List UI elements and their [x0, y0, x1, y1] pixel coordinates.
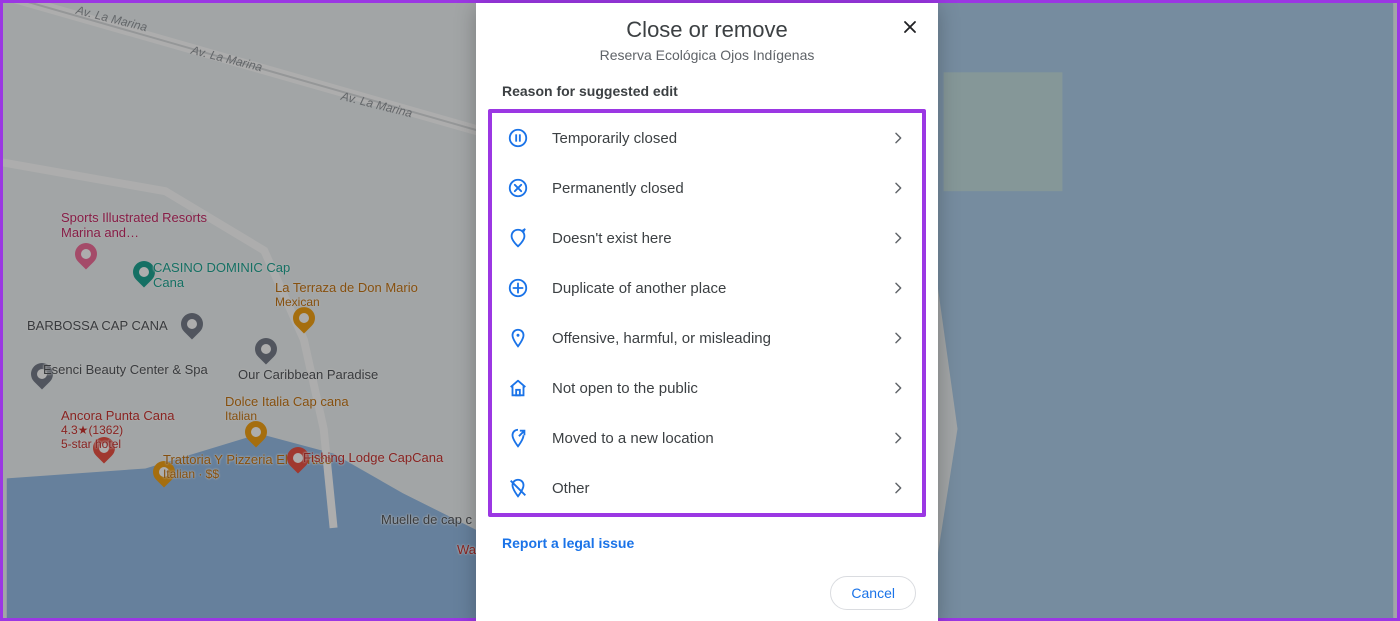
option-x-circle[interactable]: Permanently closed — [492, 163, 922, 213]
unpin-icon — [506, 226, 530, 250]
x-circle-icon — [506, 176, 530, 200]
option-house[interactable]: Not open to the public — [492, 363, 922, 413]
chevron-right-icon — [888, 328, 908, 348]
chevron-right-icon — [888, 278, 908, 298]
close-or-remove-modal: Close or remove Reserva Ecológica Ojos I… — [476, 3, 938, 621]
option-label: Temporarily closed — [552, 130, 888, 147]
option-label: Not open to the public — [552, 380, 888, 397]
chevron-right-icon — [888, 378, 908, 398]
option-label: Doesn't exist here — [552, 230, 888, 247]
option-unpin[interactable]: Doesn't exist here — [492, 213, 922, 263]
option-alert-pin[interactable]: Offensive, harmful, or misleading — [492, 313, 922, 363]
modal-subtitle: Reserva Ecológica Ojos Indígenas — [524, 47, 890, 63]
modal-footer: Cancel — [476, 562, 938, 621]
option-label: Duplicate of another place — [552, 280, 888, 297]
option-label: Permanently closed — [552, 180, 888, 197]
chevron-right-icon — [888, 178, 908, 198]
report-legal-issue-link[interactable]: Report a legal issue — [476, 517, 938, 551]
pause-circle-icon — [506, 126, 530, 150]
stage: Av. La MarinaAv. La MarinaAv. La Marina … — [0, 0, 1400, 621]
close-button[interactable] — [896, 13, 924, 41]
chevron-right-icon — [888, 428, 908, 448]
option-pause-circle[interactable]: Temporarily closed — [492, 113, 922, 163]
redirect-icon — [506, 426, 530, 450]
unknown-pin-icon — [506, 476, 530, 500]
option-unknown-pin[interactable]: Other — [492, 463, 922, 513]
alert-pin-icon — [506, 326, 530, 350]
modal-header: Close or remove Reserva Ecológica Ojos I… — [476, 3, 938, 73]
options-list: Temporarily closed Permanently closed Does… — [488, 109, 926, 517]
option-label: Offensive, harmful, or misleading — [552, 330, 888, 347]
chevron-right-icon — [888, 478, 908, 498]
house-icon — [506, 376, 530, 400]
option-label: Other — [552, 480, 888, 497]
chevron-right-icon — [888, 228, 908, 248]
option-redirect[interactable]: Moved to a new location — [492, 413, 922, 463]
plus-circle-icon — [506, 276, 530, 300]
cancel-button[interactable]: Cancel — [830, 576, 916, 610]
close-icon — [900, 17, 920, 37]
section-label: Reason for suggested edit — [476, 73, 938, 109]
chevron-right-icon — [888, 128, 908, 148]
modal-title: Close or remove — [524, 17, 890, 43]
option-plus-circle[interactable]: Duplicate of another place — [492, 263, 922, 313]
option-label: Moved to a new location — [552, 430, 888, 447]
